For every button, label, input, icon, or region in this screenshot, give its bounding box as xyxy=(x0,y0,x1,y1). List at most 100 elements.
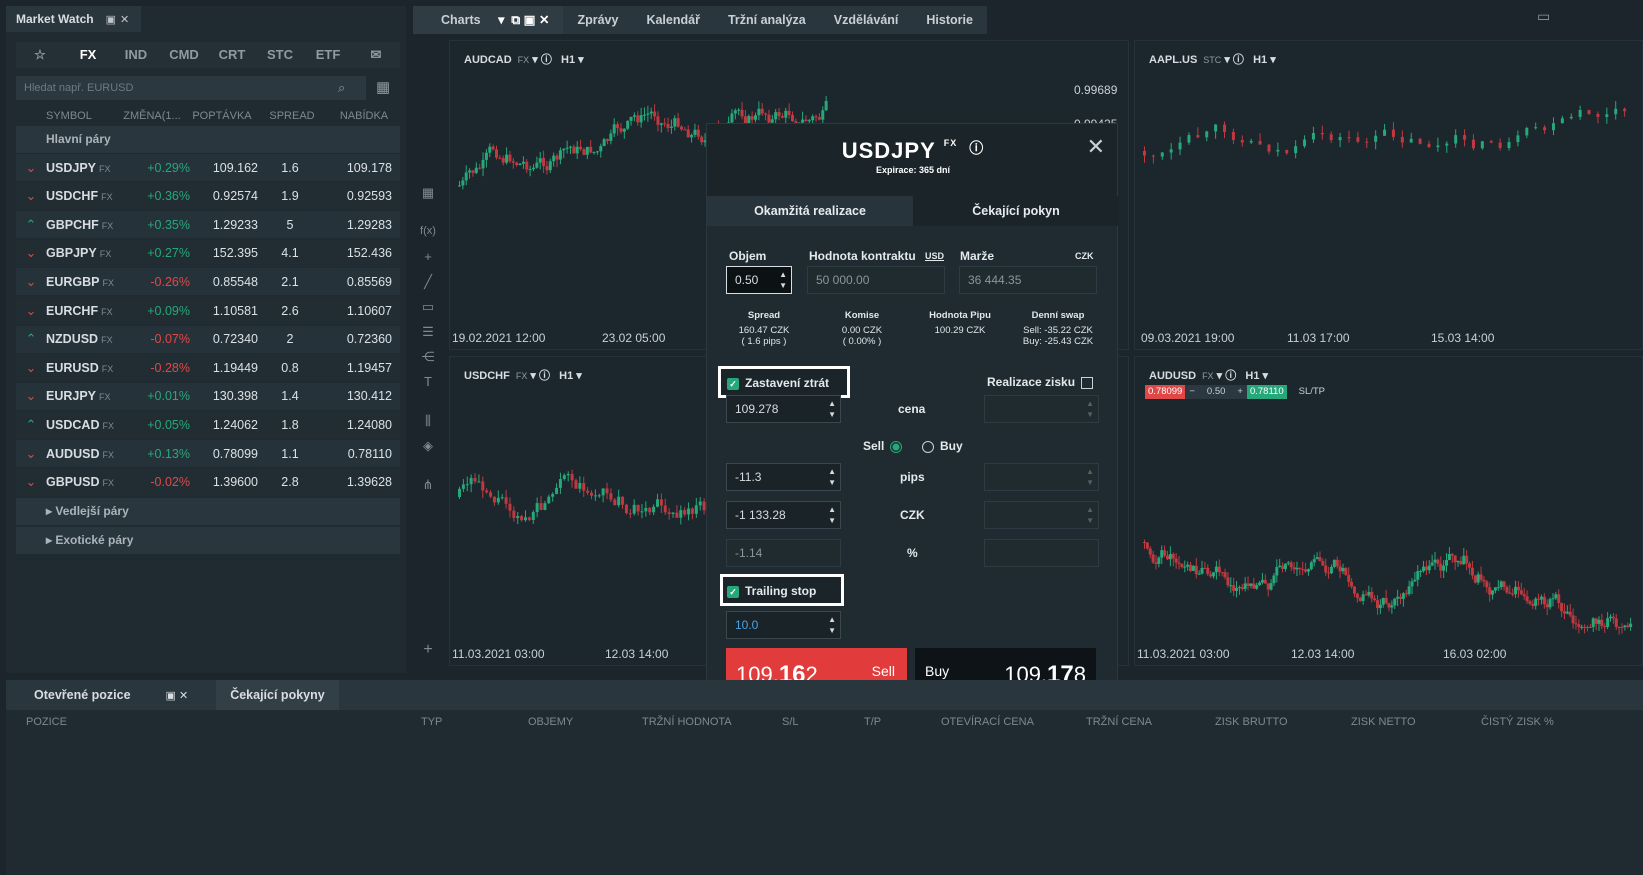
col-type[interactable]: TYP xyxy=(421,716,442,728)
market-row[interactable]: ⌄ GBPUSD FX -0.02% 1.39600 2.8 1.39628 xyxy=(16,468,400,496)
col-symbol[interactable]: SYMBOL xyxy=(16,106,116,126)
trailing-stop-input[interactable]: 10.0 ▲ ▼ xyxy=(726,611,841,639)
chevron-down-icon[interactable]: ⌄ xyxy=(16,245,46,261)
col-spread[interactable]: SPREAD xyxy=(256,106,328,126)
checkbox-icon[interactable] xyxy=(1081,376,1094,389)
trailing-stop-toggle[interactable]: ✓ Trailing stop xyxy=(720,574,844,606)
tab-news[interactable]: Zprávy xyxy=(563,6,632,34)
group-minor-pairs[interactable]: ▸ Vedlejší páry xyxy=(16,498,400,525)
col-net-profit-pct[interactable]: ČISTÝ ZISK % xyxy=(1481,716,1554,728)
fibonacci-icon[interactable]: ☰ xyxy=(413,319,443,344)
group-main-pairs[interactable]: Hlavní páry xyxy=(16,126,400,153)
tab-education[interactable]: Vzdělávání xyxy=(820,6,913,34)
group-exotic-pairs[interactable]: ▸ Exotické páry xyxy=(16,527,400,554)
market-row[interactable]: ⌃ NZDUSD FX -0.07% 0.72340 2 0.72360 xyxy=(16,325,400,353)
close-icon[interactable]: ✕ xyxy=(120,13,129,26)
info-icon[interactable]: ⓘ xyxy=(969,140,984,156)
col-ask[interactable]: NABÍDKA xyxy=(328,106,400,126)
tab-market-analysis[interactable]: Tržní analýza xyxy=(714,6,820,34)
sl-pips-input[interactable]: -11.3 ▲ ▼ xyxy=(726,463,841,491)
chevron-down-icon[interactable]: ⌄ xyxy=(16,474,46,490)
function-icon[interactable]: f(x) xyxy=(413,219,443,244)
market-row[interactable]: ⌄ EURCHF FX +0.09% 1.10581 2.6 1.10607 xyxy=(16,297,400,324)
tab-cmd[interactable]: CMD xyxy=(160,42,208,68)
chart-audusd[interactable]: AUDUSD FX ▾ ⓘ H1 ▾ 0.78099 − 0.50 + 0.781… xyxy=(1134,356,1643,666)
col-market-value[interactable]: TRŽNÍ HODNOTA xyxy=(642,716,732,728)
market-row[interactable]: ⌄ EURGBP FX -0.26% 0.85548 2.1 0.85569 xyxy=(16,268,400,296)
take-profit-toggle[interactable]: Realizace zisku xyxy=(987,375,1094,389)
col-sl[interactable]: S/L xyxy=(782,716,799,728)
add-chart-icon[interactable]: + xyxy=(413,637,443,662)
chevron-down-icon[interactable]: ⌄ xyxy=(16,188,46,204)
contract-currency[interactable]: USD xyxy=(925,251,944,261)
rectangle-icon[interactable]: ▭ xyxy=(413,294,443,319)
search-icon[interactable]: ⌕ xyxy=(338,80,345,96)
sl-price-stepper[interactable]: ▲ ▼ xyxy=(828,398,836,420)
grid-view-icon[interactable]: ▦ xyxy=(376,78,390,96)
volume-stepper[interactable]: ▲ ▼ xyxy=(779,269,787,291)
maximize-icon[interactable]: ▣ xyxy=(106,13,116,26)
sl-czk-stepper[interactable]: ▲ ▼ xyxy=(828,504,836,526)
crosshair-icon[interactable]: + xyxy=(413,244,443,269)
chevron-up-icon[interactable]: ⌃ xyxy=(16,417,46,433)
col-open-price[interactable]: OTEVÍRACÍ CENA xyxy=(941,716,1034,728)
col-market-price[interactable]: TRŽNÍ CENA xyxy=(1086,716,1152,728)
tab-favorites[interactable]: ☆ xyxy=(16,42,64,68)
indicators-icon[interactable]: ⫼ xyxy=(413,408,443,433)
tab-instant-execution[interactable]: Okamžitá realizace xyxy=(707,196,913,226)
close-icon[interactable]: ✕ xyxy=(1087,134,1105,160)
market-row[interactable]: ⌃ GBPCHF FX +0.35% 1.29233 5 1.29283 xyxy=(16,211,400,239)
col-gross-profit[interactable]: ZISK BRUTTO xyxy=(1215,716,1288,728)
chevron-down-icon[interactable]: ⌄ xyxy=(16,360,46,376)
col-position[interactable]: POZICE xyxy=(26,716,67,728)
sell-radio[interactable]: Sell xyxy=(863,439,903,453)
chevron-down-icon[interactable]: ⌄ xyxy=(16,388,46,404)
tab-pending-order[interactable]: Čekající pokyn xyxy=(913,196,1119,226)
tab-open-positions[interactable]: Otevřené pozice ▣ ✕ xyxy=(6,680,216,710)
tab-history[interactable]: Historie xyxy=(912,6,987,34)
tab-pending-orders[interactable]: Čekající pokyny xyxy=(216,680,339,710)
chart-aapl[interactable]: AAPL.US STC ▾ ⓘ H1 ▾ 09.03.2021 19:00 11.… xyxy=(1134,40,1643,350)
sl-price-input[interactable]: 109.278 ▲ ▼ xyxy=(726,395,841,423)
market-row[interactable]: ⌄ GBPJPY FX +0.27% 152.395 4.1 152.436 xyxy=(16,239,400,267)
volume-input[interactable]: 0.50 ▲ ▼ xyxy=(726,266,792,294)
col-bid[interactable]: POPTÁVKA xyxy=(188,106,256,126)
chevron-up-icon[interactable]: ⌃ xyxy=(16,217,46,233)
tab-etf[interactable]: ETF xyxy=(304,42,352,68)
sl-czk-input[interactable]: -1 133.28 ▲ ▼ xyxy=(726,501,841,529)
radio-selected-icon[interactable] xyxy=(890,440,903,453)
tab-ind[interactable]: IND xyxy=(112,42,160,68)
pitchfork-icon[interactable]: ⋲ xyxy=(413,344,443,369)
chevron-down-icon[interactable]: ⌄ xyxy=(16,160,46,176)
chevron-down-icon[interactable]: ⌄ xyxy=(16,446,46,462)
tab-crt[interactable]: CRT xyxy=(208,42,256,68)
line-icon[interactable]: ╱ xyxy=(413,269,443,294)
text-icon[interactable]: T xyxy=(413,369,443,394)
layout-icon[interactable]: ▦ xyxy=(413,180,443,205)
market-row[interactable]: ⌄ EURJPY FX +0.01% 130.398 1.4 130.412 xyxy=(16,382,400,410)
chevron-down-icon[interactable]: ⌄ xyxy=(16,303,46,319)
col-net-profit[interactable]: ZISK NETTO xyxy=(1351,716,1416,728)
trailing-stepper[interactable]: ▲ ▼ xyxy=(828,614,836,636)
maximize-icon[interactable]: ▣ ✕ xyxy=(152,690,203,702)
chevron-down-icon[interactable]: ⌄ xyxy=(16,274,46,290)
col-volume[interactable]: OBJEMY xyxy=(528,716,573,728)
buy-radio[interactable]: Buy xyxy=(922,439,963,453)
tab-calendar[interactable]: Kalendář xyxy=(632,6,714,34)
sl-pips-stepper[interactable]: ▲ ▼ xyxy=(828,466,836,488)
layers-icon[interactable]: ◈ xyxy=(413,433,443,458)
tab-inbox[interactable]: ✉ xyxy=(352,42,400,68)
market-watch-tab[interactable]: Market Watch ▣ ✕ xyxy=(6,6,141,32)
market-row[interactable]: ⌃ USDCAD FX +0.05% 1.24062 1.8 1.24080 xyxy=(16,411,400,439)
market-row[interactable]: ⌄ USDCHF FX +0.36% 0.92574 1.9 0.92593 xyxy=(16,182,400,210)
window-menu-icon[interactable]: ▭ xyxy=(1537,8,1550,25)
col-change[interactable]: ZMĚNA(1... xyxy=(116,106,188,126)
tab-fx[interactable]: FX xyxy=(64,42,112,68)
symbol-search-input[interactable]: Hledat např. EURUSD xyxy=(16,76,366,100)
market-row[interactable]: ⌄ EURUSD FX -0.28% 1.19449 0.8 1.19457 xyxy=(16,354,400,382)
market-row[interactable]: ⌄ USDJPY FX +0.29% 109.162 1.6 109.178 xyxy=(16,154,400,181)
col-tp[interactable]: T/P xyxy=(864,716,881,728)
tab-charts[interactable]: Charts ▾ ⧉ ▣ ✕ xyxy=(413,6,564,34)
share-icon[interactable]: ⋔ xyxy=(413,472,443,497)
radio-icon[interactable] xyxy=(922,440,934,453)
